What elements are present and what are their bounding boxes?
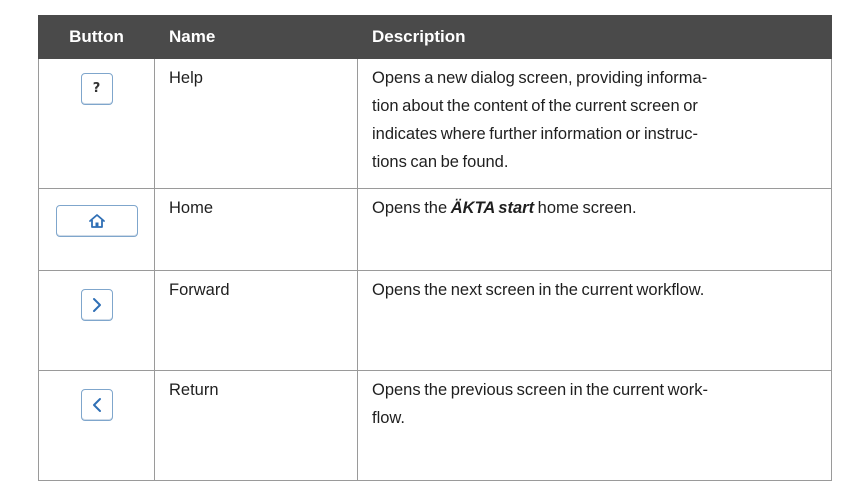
description-cell: Opens the previous screen in the current… xyxy=(357,370,832,481)
name-cell: Forward xyxy=(154,270,358,371)
table-header-row: Button Name Description xyxy=(38,15,832,59)
description-line: tions can be found. xyxy=(372,153,509,171)
name-cell: Help xyxy=(154,58,358,189)
description-line: tion about the content of the current sc… xyxy=(372,97,698,115)
return-button[interactable] xyxy=(80,389,113,421)
product-name: ÄKTA start xyxy=(450,199,535,217)
name-cell: Return xyxy=(154,370,358,481)
button-cell xyxy=(38,188,155,271)
home-icon xyxy=(88,214,105,228)
table-row: Forward Opens the next screen in the cur… xyxy=(38,270,832,371)
description-line: Opens a new dialog screen, providing inf… xyxy=(372,69,708,87)
table-row: Return Opens the previous screen in the … xyxy=(38,370,832,481)
button-reference-table: Button Name Description ? Help Opens a n… xyxy=(38,15,832,481)
description-prefix: Opens the xyxy=(372,199,451,217)
home-button[interactable] xyxy=(55,205,138,237)
forward-button[interactable] xyxy=(80,289,113,321)
description-cell: Opens the ÄKTA start home screen. xyxy=(357,188,832,271)
description-suffix: home screen. xyxy=(534,199,637,217)
chevron-left-icon xyxy=(92,398,101,412)
button-cell xyxy=(38,270,155,371)
header-name: Name xyxy=(154,15,358,59)
header-description: Description xyxy=(357,15,832,59)
table-row: ? Help Opens a new dialog screen, provid… xyxy=(38,58,832,189)
description-line: flow. xyxy=(372,409,406,427)
description-line: Opens the previous screen in the current… xyxy=(372,381,708,399)
name-cell: Home xyxy=(154,188,358,271)
description-cell: Opens the next screen in the current wor… xyxy=(357,270,832,371)
page: Button Name Description ? Help Opens a n… xyxy=(0,0,868,503)
question-mark-icon: ? xyxy=(92,81,101,96)
description-line: Opens the next screen in the current wor… xyxy=(372,281,705,299)
button-cell xyxy=(38,370,155,481)
header-button: Button xyxy=(38,15,155,59)
description-cell: Opens a new dialog screen, providing inf… xyxy=(357,58,832,189)
chevron-right-icon xyxy=(92,298,101,312)
table-row: Home Opens the ÄKTA start home screen. xyxy=(38,188,832,271)
button-cell: ? xyxy=(38,58,155,189)
description-line: indicates where further information or i… xyxy=(372,125,699,143)
help-button[interactable]: ? xyxy=(80,73,113,105)
